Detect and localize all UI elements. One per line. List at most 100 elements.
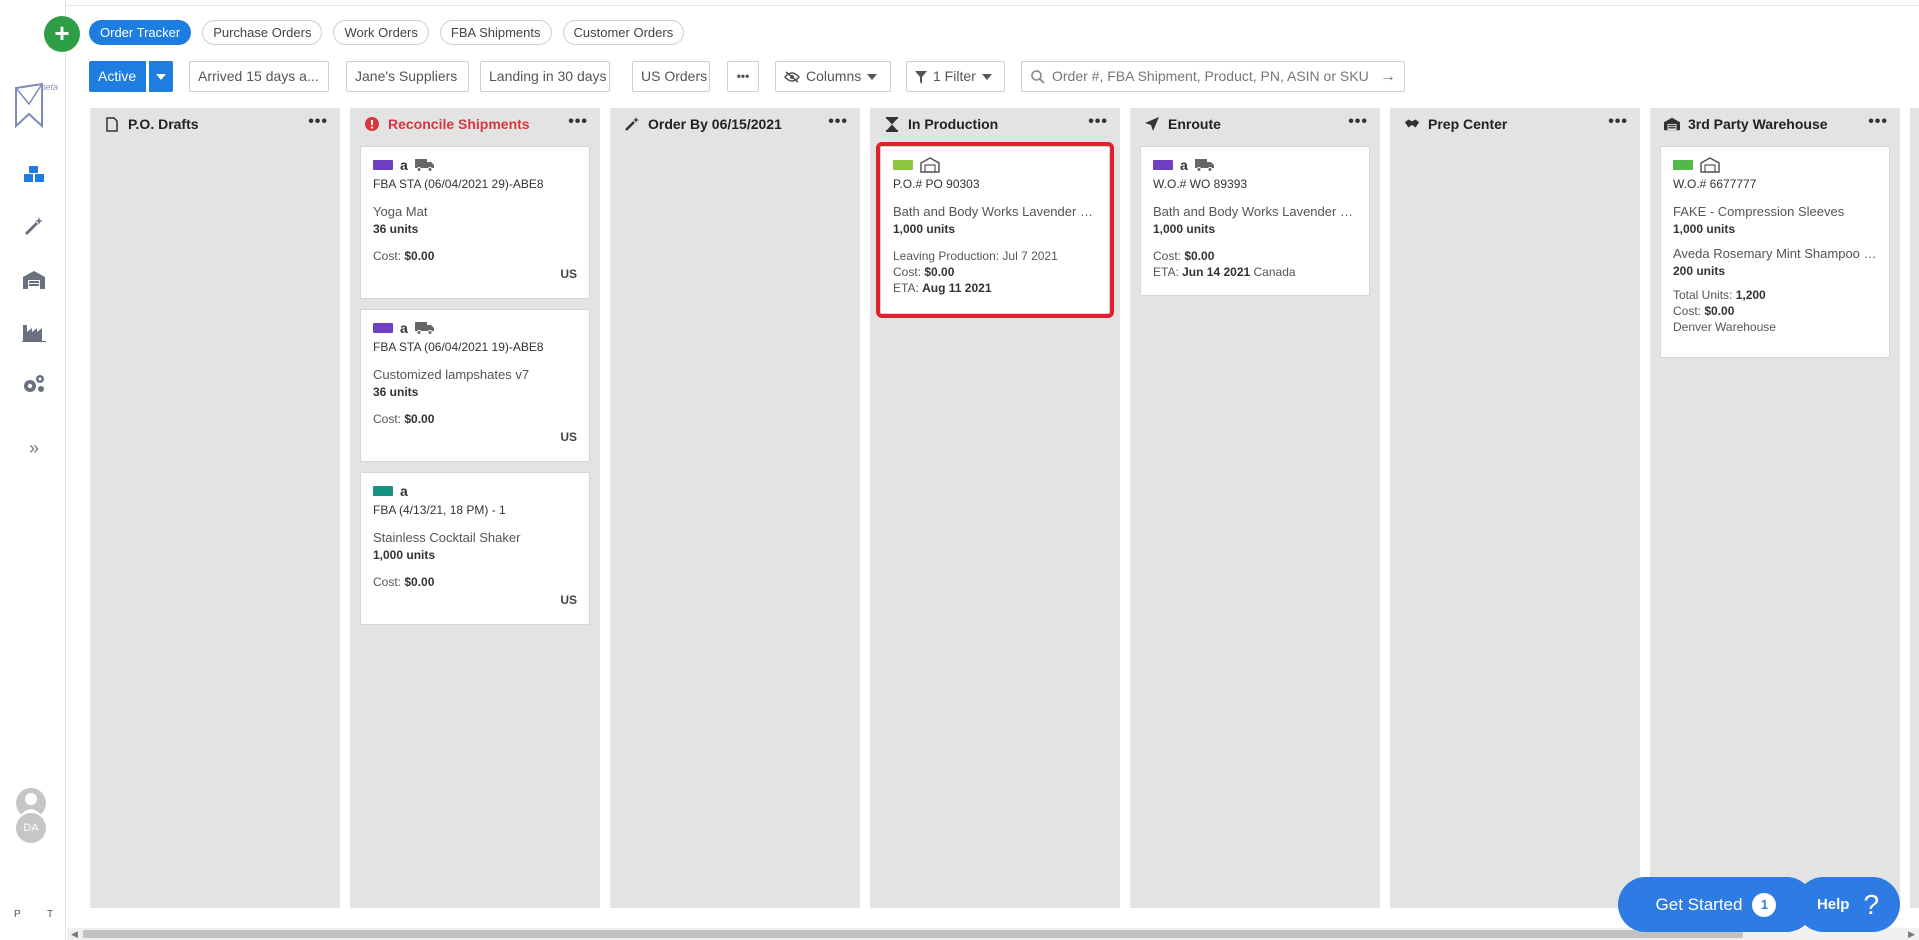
card-country: US bbox=[560, 593, 577, 607]
column-menu-icon[interactable]: ••• bbox=[1088, 114, 1108, 130]
scroll-right-arrow-icon[interactable]: ▶ bbox=[1908, 928, 1915, 940]
order-card[interactable]: W.O.# 6677777 FAKE - Compression Sleeves… bbox=[1660, 146, 1890, 358]
tab-work-orders[interactable]: Work Orders bbox=[333, 20, 429, 45]
settings-icon[interactable] bbox=[20, 370, 48, 398]
warehouse-icon[interactable] bbox=[20, 266, 48, 294]
question-mark-icon: ? bbox=[1863, 888, 1880, 920]
filter-icon bbox=[915, 70, 927, 84]
hourglass-icon bbox=[884, 116, 900, 132]
cost-value: $0.00 bbox=[924, 265, 955, 279]
filter-button[interactable]: 1 Filter bbox=[906, 61, 1005, 92]
beta-badge: beta bbox=[40, 82, 58, 92]
order-card[interactable]: a FBA (4/13/21, 18 PM) - 1 Stainless Coc… bbox=[360, 472, 590, 625]
card-reference: FBA (4/13/21, 18 PM) - 1 bbox=[373, 503, 506, 517]
search-submit-arrow-icon[interactable]: → bbox=[1380, 62, 1396, 91]
expand-icon[interactable]: » bbox=[20, 434, 48, 462]
column-3rd-party-warehouse: 3rd Party Warehouse ••• W.O.# 6677777 FA… bbox=[1650, 108, 1900, 908]
card-location: Denver Warehouse bbox=[1673, 320, 1776, 334]
search-input[interactable]: Order #, FBA Shipment, Product, PN, ASIN… bbox=[1021, 61, 1405, 92]
card-icons: a bbox=[1153, 157, 1357, 173]
cost-value: $0.00 bbox=[1184, 249, 1215, 263]
scrollbar-thumb[interactable] bbox=[83, 930, 1743, 938]
shipments-icon[interactable] bbox=[20, 160, 48, 188]
status-color-swatch bbox=[373, 486, 393, 496]
tab-fba-shipments[interactable]: FBA Shipments bbox=[439, 20, 552, 45]
saved-view-landing[interactable]: Landing in 30 days bbox=[480, 61, 610, 92]
user-initials-avatar[interactable]: DA bbox=[16, 813, 46, 843]
wand-icon bbox=[624, 116, 640, 132]
status-color-swatch bbox=[373, 160, 393, 170]
truck-icon bbox=[1194, 159, 1214, 172]
column-header: Reconcile Shipments bbox=[350, 108, 600, 140]
amazon-icon: a bbox=[400, 320, 408, 336]
card-units: 200 units bbox=[1673, 264, 1726, 278]
cost-label: Cost: bbox=[373, 412, 402, 426]
tab-purchase-orders[interactable]: Purchase Orders bbox=[202, 20, 323, 45]
card-cost: Cost: $0.00 bbox=[373, 249, 577, 263]
column-menu-icon[interactable]: ••• bbox=[1348, 114, 1368, 130]
cost-value: $0.00 bbox=[404, 249, 435, 263]
column-title: P.O. Drafts bbox=[128, 116, 199, 132]
card-eta: ETA: Jun 14 2021 Canada bbox=[1153, 265, 1357, 279]
warehouse-icon bbox=[1700, 157, 1720, 173]
amazon-icon: a bbox=[400, 157, 408, 173]
get-started-count-badge: 1 bbox=[1752, 892, 1777, 917]
card-cost: Cost: $0.00 bbox=[373, 412, 577, 426]
tab-customer-orders[interactable]: Customer Orders bbox=[562, 20, 685, 45]
search-placeholder: Order #, FBA Shipment, Product, PN, ASIN… bbox=[1052, 68, 1369, 84]
card-icons: a bbox=[373, 483, 577, 499]
tab-order-tracker[interactable]: Order Tracker bbox=[89, 20, 192, 45]
column-menu-icon[interactable]: ••• bbox=[828, 114, 848, 130]
scroll-left-arrow-icon[interactable]: ◀ bbox=[71, 928, 78, 940]
card-reference: W.O.# 6677777 bbox=[1673, 177, 1757, 191]
saved-view-arrived[interactable]: Arrived 15 days a... bbox=[189, 61, 329, 92]
document-icon bbox=[104, 116, 120, 132]
more-views-button[interactable]: ••• bbox=[727, 61, 759, 92]
column-menu-icon[interactable]: ••• bbox=[1608, 114, 1628, 130]
column-title: In Production bbox=[908, 116, 999, 132]
magic-wand-icon[interactable] bbox=[20, 212, 48, 240]
card-units: 1,000 units bbox=[1673, 222, 1736, 236]
truck-icon bbox=[414, 159, 434, 172]
column-menu-icon[interactable]: ••• bbox=[1868, 114, 1888, 130]
factory-icon[interactable] bbox=[20, 318, 48, 346]
status-color-swatch bbox=[1673, 160, 1693, 170]
status-color-swatch bbox=[1153, 160, 1173, 170]
card-reference: FBA STA (06/04/2021 19)-ABE8 bbox=[373, 340, 544, 354]
destination-value: Canada bbox=[1253, 265, 1296, 279]
cost-label: Cost: bbox=[373, 575, 402, 589]
eta-value: Jun 14 2021 bbox=[1182, 265, 1251, 279]
column-header: In Production bbox=[870, 108, 1120, 140]
cost-value: $0.00 bbox=[404, 412, 435, 426]
order-card-selected[interactable]: P.O.# PO 90303 Bath and Body Works Laven… bbox=[876, 142, 1114, 318]
bottom-letter-t: T bbox=[47, 909, 54, 920]
column-title: Order By 06/15/2021 bbox=[648, 116, 782, 132]
status-select[interactable]: Active bbox=[89, 61, 146, 92]
status-color-swatch bbox=[893, 160, 913, 170]
status-dropdown-button[interactable] bbox=[149, 61, 173, 92]
add-button[interactable]: + bbox=[44, 16, 80, 52]
get-started-button[interactable]: Get Started 1 bbox=[1618, 877, 1814, 932]
order-card[interactable]: a FBA STA (06/04/2021 19)-ABE8 Customize… bbox=[360, 309, 590, 462]
column-menu-icon[interactable]: ••• bbox=[308, 114, 328, 130]
card-leaving-production: Leaving Production: Jul 7 2021 bbox=[893, 249, 1058, 263]
card-product: Aveda Rosemary Mint Shampoo 8.5 oz bbox=[1673, 246, 1877, 261]
saved-view-janes-suppliers[interactable]: Jane's Suppliers bbox=[346, 61, 469, 92]
card-eta: ETA: Aug 11 2021 bbox=[893, 281, 1097, 295]
card-units: 1,000 units bbox=[893, 222, 956, 236]
column-menu-icon[interactable]: ••• bbox=[568, 114, 588, 130]
app-logo[interactable]: beta bbox=[12, 82, 58, 130]
help-button[interactable]: Help ? bbox=[1796, 877, 1900, 932]
card-product: FAKE - Compression Sleeves bbox=[1673, 204, 1845, 219]
card-product: Customized lampshates v7 bbox=[373, 367, 530, 382]
eta-label: ETA: bbox=[1153, 265, 1179, 279]
order-card[interactable]: a FBA STA (06/04/2021 29)-ABE8 Yoga Mat … bbox=[360, 146, 590, 299]
card-reference: P.O.# PO 90303 bbox=[893, 177, 980, 191]
get-started-label: Get Started bbox=[1655, 894, 1743, 914]
card-icons bbox=[893, 157, 1097, 173]
order-card[interactable]: a W.O.# WO 89393 Bath and Body Works Lav… bbox=[1140, 146, 1370, 296]
card-reference: FBA STA (06/04/2021 29)-ABE8 bbox=[373, 177, 544, 191]
columns-button[interactable]: Columns bbox=[775, 61, 891, 92]
saved-view-us-orders[interactable]: US Orders bbox=[632, 61, 710, 92]
eta-label: ETA: bbox=[893, 281, 919, 295]
